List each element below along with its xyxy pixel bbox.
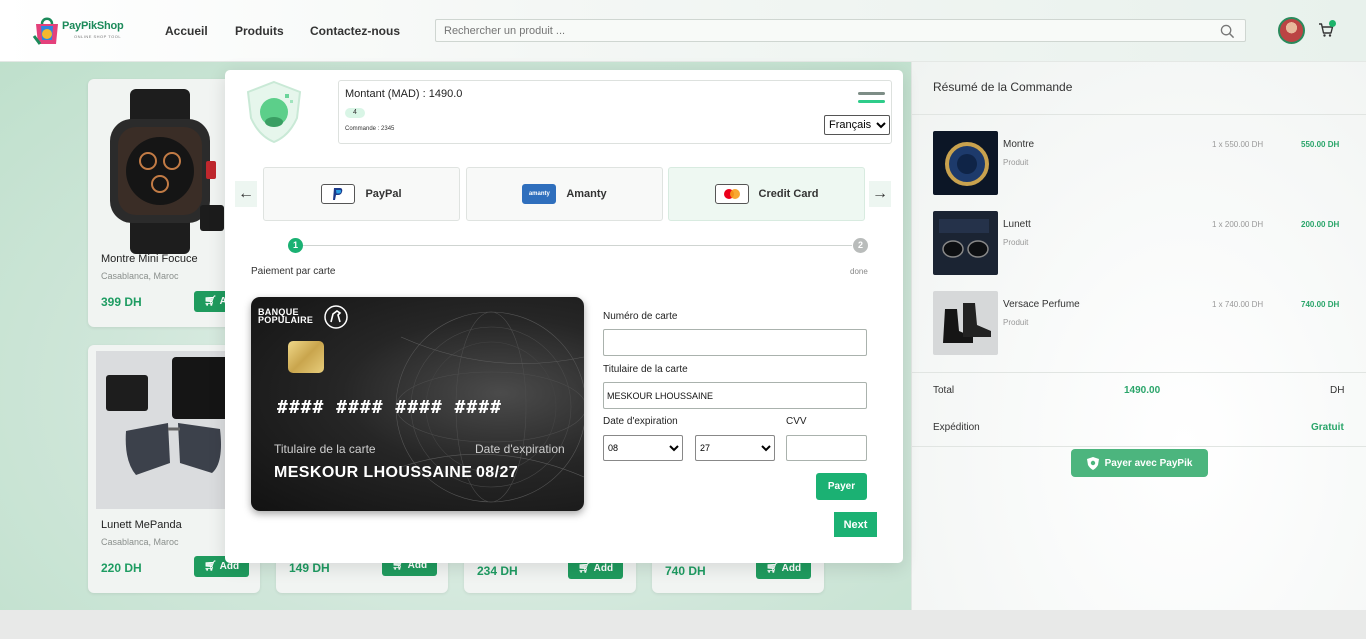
summary-title: Résumé de la Commande xyxy=(933,80,1073,94)
bank-horse-logo-icon xyxy=(324,305,348,329)
top-header: PayPikShop ONLINE SHOP TOOL Accueil Prod… xyxy=(0,0,1366,62)
security-shield-icon xyxy=(246,80,302,144)
pay-with-paypik-button[interactable]: Payer avec PayPik xyxy=(1071,449,1208,477)
cart-badge-dot xyxy=(1329,20,1336,27)
method-amanty[interactable]: amanty Amanty xyxy=(466,167,663,221)
item-subtitle: Produit xyxy=(1003,238,1029,247)
step-1-indicator: 1 xyxy=(288,238,303,253)
cart-icon: 🛒︎ xyxy=(765,563,779,574)
item-quantity-price: 1 x 740.00 DH xyxy=(1212,300,1264,309)
divider xyxy=(912,446,1366,447)
item-subtitle: Produit xyxy=(1003,158,1029,167)
arrow-left-icon[interactable]: ← xyxy=(235,181,257,207)
shipping-value: Gratuit xyxy=(1311,422,1344,433)
expiry-month-select[interactable]: 08 xyxy=(603,435,683,461)
item-subtitle: Produit xyxy=(1003,318,1029,327)
amanty-icon: amanty xyxy=(522,184,557,204)
order-number: Commande : 2345 xyxy=(345,126,395,132)
stepper-line xyxy=(303,245,852,246)
cart-icon: 🛒︎ xyxy=(203,561,217,572)
cart-icon: 🛒︎ xyxy=(203,296,217,307)
logo-subtitle: ONLINE SHOP TOOL xyxy=(74,34,122,39)
mastercard-icon xyxy=(714,184,749,204)
product-box-image xyxy=(200,205,224,231)
cvv-label: CVV xyxy=(786,416,807,427)
card-number-input[interactable] xyxy=(603,329,867,356)
item-thumbnail-glasses xyxy=(933,211,998,275)
logo[interactable]: PayPikShop ONLINE SHOP TOOL xyxy=(32,12,127,52)
method-credit-card[interactable]: Credit Card xyxy=(668,167,865,221)
item-name: Versace Perfume xyxy=(1003,299,1080,310)
item-total: 740.00 DH xyxy=(1301,300,1340,309)
language-select[interactable]: Français xyxy=(824,115,890,135)
item-total: 550.00 DH xyxy=(1301,140,1340,149)
summary-item: Lunett Produit 1 x 200.00 DH 200.00 DH xyxy=(933,211,1353,275)
item-quantity-price: 1 x 200.00 DH xyxy=(1212,220,1264,229)
logo-icon xyxy=(32,17,58,45)
step-2-label: done xyxy=(850,267,868,276)
item-name: Lunett xyxy=(1003,219,1031,230)
count-badge: 4 xyxy=(345,108,365,118)
card-holder-value: MESKOUR LHOUSSAINE xyxy=(274,464,473,481)
expiry-year-select[interactable]: 27 xyxy=(695,435,775,461)
item-total: 200.00 DH xyxy=(1301,220,1340,229)
card-expiry-value: 08/27 xyxy=(476,464,519,481)
order-summary-panel: Résumé de la Commande Montre Produit 1 x… xyxy=(911,62,1366,610)
amount-text: Montant (MAD) : 1490.0 xyxy=(345,88,463,100)
payment-modal: Montant (MAD) : 1490.0 4 Commande : 2345… xyxy=(225,70,903,563)
product-price: 149 DH xyxy=(289,561,330,575)
product-location: Casablanca, Maroc xyxy=(101,271,179,281)
arrow-right-icon[interactable]: → xyxy=(869,181,891,207)
total-currency: DH xyxy=(1330,385,1345,396)
cart-icon: 🛒︎ xyxy=(577,563,591,574)
user-avatar[interactable] xyxy=(1278,17,1305,44)
footer-strip xyxy=(0,610,1366,639)
card-number-label: Numéro de carte xyxy=(603,311,678,322)
card-holder-input[interactable] xyxy=(603,382,867,409)
step-1-label: Paiement par carte xyxy=(251,266,336,277)
shipping-label: Expédition xyxy=(933,422,980,433)
product-price: 399 DH xyxy=(101,295,142,309)
product-price: 220 DH xyxy=(101,561,142,575)
divider xyxy=(912,372,1366,373)
product-price: 234 DH xyxy=(477,564,518,578)
expiry-label: Date d'expiration xyxy=(603,416,678,427)
shield-icon xyxy=(1086,456,1099,470)
search-icon[interactable] xyxy=(1220,24,1235,39)
method-paypal[interactable]: PayPal xyxy=(263,167,460,221)
card-holder-label: Titulaire de la carte xyxy=(603,364,688,375)
logo-text: PayPikShop xyxy=(62,20,124,32)
divider xyxy=(912,114,1366,115)
product-name: Montre Mini Focuce xyxy=(101,253,198,265)
search-input[interactable] xyxy=(436,20,1196,41)
card-expiry-label: Date d'expiration xyxy=(475,442,565,456)
product-price: 740 DH xyxy=(665,564,706,578)
item-thumbnail-watch xyxy=(933,131,998,195)
step-2-indicator: 2 xyxy=(853,238,868,253)
product-location: Casablanca, Maroc xyxy=(101,537,179,547)
product-name: Lunett MePanda xyxy=(101,519,182,531)
item-quantity-price: 1 x 550.00 DH xyxy=(1212,140,1264,149)
menu-icon[interactable] xyxy=(858,92,885,106)
total-label: Total xyxy=(933,385,955,396)
nav-produits[interactable]: Produits xyxy=(235,24,284,38)
nav-contact[interactable]: Contactez-nous xyxy=(310,24,400,38)
summary-item: Versace Perfume Produit 1 x 740.00 DH 74… xyxy=(933,291,1353,355)
card-chip xyxy=(288,341,324,373)
cvv-input[interactable] xyxy=(786,435,867,461)
pay-button[interactable]: Payer xyxy=(816,473,867,500)
nav-accueil[interactable]: Accueil xyxy=(165,24,208,38)
bank-name: BANQUE POPULAIRE xyxy=(258,307,314,325)
payment-info-box: Montant (MAD) : 1490.0 4 Commande : 2345… xyxy=(338,80,892,144)
paypal-icon xyxy=(321,184,356,204)
search-bar xyxy=(435,19,1246,42)
item-name: Montre xyxy=(1003,139,1035,150)
card-holder-label: Titulaire de la carte xyxy=(274,442,376,456)
next-button[interactable]: Next xyxy=(834,512,877,537)
summary-item: Montre Produit 1 x 550.00 DH 550.00 DH xyxy=(933,131,1353,195)
card-number-display: #### #### #### #### xyxy=(277,397,502,418)
total-value: 1490.00 xyxy=(1124,385,1161,396)
credit-card-preview: BANQUE POPULAIRE #### #### #### #### Tit… xyxy=(251,297,584,511)
item-thumbnail-shoes xyxy=(933,291,998,355)
